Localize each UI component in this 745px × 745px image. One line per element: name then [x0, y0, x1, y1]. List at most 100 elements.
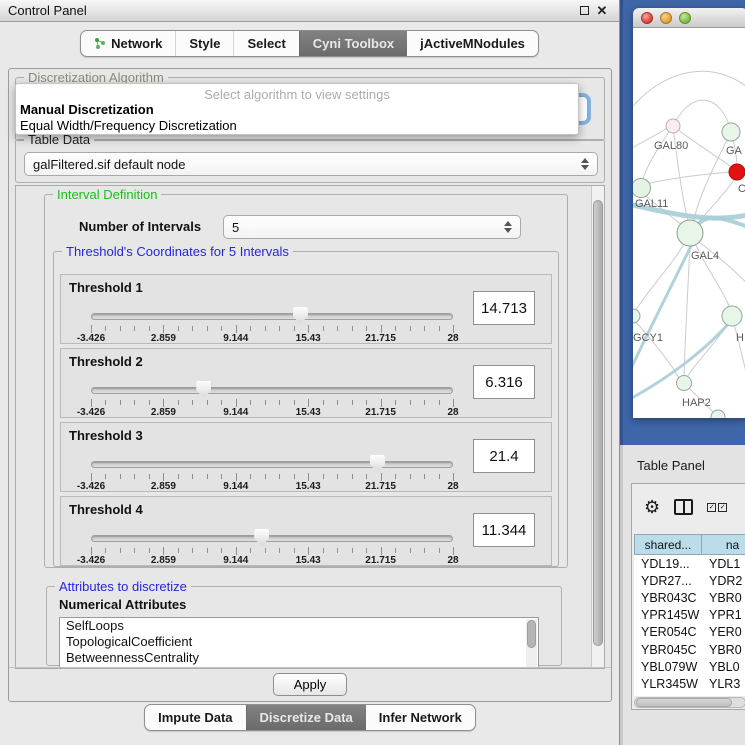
table-cell: YIL052C — [634, 693, 702, 697]
threshold-value-field[interactable]: 14.713 — [473, 291, 535, 325]
tick-label: -3.426 — [77, 481, 105, 492]
tick-label: 21.715 — [365, 555, 396, 566]
table-row[interactable]: YBR045CYBR0 — [634, 641, 745, 658]
columns-icon[interactable] — [674, 499, 693, 515]
slider-track[interactable] — [91, 535, 453, 542]
tab-label: Network — [111, 36, 162, 51]
network-canvas[interactable]: GAL80GACGAL11GAL4GCY1HHAP2 — [633, 28, 745, 418]
scrollbar-thumb[interactable] — [527, 620, 536, 648]
network-node[interactable] — [711, 410, 725, 418]
algorithm-option-equal-width-frequency-discretization[interactable]: Equal Width/Frequency Discretization — [16, 118, 578, 134]
network-edge[interactable] — [684, 246, 690, 376]
node-label-hap2: HAP2 — [682, 397, 711, 409]
checkboxes-icon[interactable]: ✓✓ — [707, 503, 727, 512]
node-label-gal80: GAL80 — [654, 140, 688, 152]
algorithm-option-manual-discretization[interactable]: Manual Discretization — [16, 102, 578, 118]
number-of-intervals-combo[interactable]: 5 — [223, 215, 521, 239]
table-data-combo[interactable]: galFiltered.sif default node — [24, 152, 598, 176]
table-row[interactable]: YIL052CYIL0 — [634, 693, 745, 697]
numerical-attributes-list[interactable]: SelfLoopsTopologicalCoefficientBetweenne… — [59, 617, 539, 668]
tabset-top: Network StyleSelectCyni Toolbox jActiveMNo… — [80, 30, 539, 57]
table-cell: YBR045C — [634, 641, 702, 658]
table-cell: YLR345W — [634, 675, 702, 692]
tab-style[interactable]: Style — [175, 31, 233, 56]
attribute-list-scrollbar[interactable] — [526, 619, 537, 668]
threshold-slider[interactable]: -3.4262.8599.14415.4321.71528 — [91, 305, 453, 343]
table-horizontal-scrollbar[interactable] — [634, 697, 745, 708]
network-node[interactable] — [722, 306, 742, 326]
scrollbar-thumb[interactable] — [636, 698, 732, 707]
table-cell: YBR043C — [634, 589, 702, 606]
slider-track[interactable] — [91, 387, 453, 394]
stepper-icon — [496, 221, 512, 233]
bottom-tab-infer-network[interactable]: Infer Network — [366, 705, 475, 730]
network-edge-highlighted[interactable] — [633, 242, 693, 373]
table-row[interactable]: YBR043CYBR0 — [634, 589, 745, 606]
network-edge[interactable] — [645, 172, 731, 184]
column-header-name[interactable]: na — [702, 534, 745, 555]
attribute-item-betweennesscentrality[interactable]: BetweennessCentrality — [60, 650, 538, 666]
tab-network[interactable]: Network — [81, 31, 175, 56]
tick-label: 15.43 — [296, 555, 321, 566]
threshold-value-field[interactable]: 11.344 — [473, 513, 535, 547]
network-node[interactable] — [722, 123, 740, 141]
tick-label: -3.426 — [77, 407, 105, 418]
network-edge[interactable] — [642, 126, 673, 183]
column-header-shared-name[interactable]: shared... — [634, 534, 702, 555]
network-node[interactable] — [666, 119, 680, 133]
threshold-slider[interactable]: -3.4262.8599.14415.4321.71528 — [91, 379, 453, 417]
network-node[interactable] — [633, 179, 651, 198]
table-row[interactable]: YDL19...YDL1 — [634, 555, 745, 572]
slider-handle[interactable] — [293, 307, 308, 324]
slider-handle[interactable] — [254, 529, 269, 546]
network-edge[interactable] — [636, 322, 679, 378]
close-panel-icon[interactable]: ✕ — [593, 3, 611, 19]
bottom-tab-impute-data[interactable]: Impute Data — [145, 705, 245, 730]
table-cell: YBR0 — [702, 589, 745, 606]
tick-label: 21.715 — [365, 407, 396, 418]
network-edge[interactable] — [673, 100, 731, 132]
slider-handle[interactable] — [370, 455, 385, 472]
tick-label: 21.715 — [365, 333, 396, 344]
float-window-icon[interactable] — [575, 3, 593, 19]
network-edge[interactable] — [695, 239, 745, 290]
zoom-window-icon[interactable] — [679, 12, 691, 24]
threshold-slider[interactable]: -3.4262.8599.14415.4321.71528 — [91, 527, 453, 565]
minimize-window-icon[interactable] — [660, 12, 672, 24]
slider-tick-labels: -3.4262.8599.14415.4321.71528 — [91, 333, 453, 344]
table-row[interactable]: YLR345WYLR3 — [634, 675, 745, 692]
table-row[interactable]: YDR27...YDR2 — [634, 572, 745, 589]
tab-jactivemnodules[interactable]: jActiveMNodules — [407, 31, 538, 56]
tick-label: 9.144 — [223, 407, 248, 418]
content-scrollbar[interactable] — [591, 186, 604, 668]
gear-icon[interactable]: ⚙ — [644, 498, 660, 516]
network-node[interactable] — [677, 376, 692, 391]
table-row[interactable]: YBL079WYBL0 — [634, 658, 745, 675]
network-node[interactable] — [729, 164, 745, 180]
close-window-icon[interactable] — [641, 12, 653, 24]
tab-cyni-toolbox[interactable]: Cyni Toolbox — [299, 31, 407, 56]
apply-button[interactable]: Apply — [273, 673, 348, 696]
bottom-tab-discretize-data[interactable]: Discretize Data — [246, 705, 366, 730]
scrollbar-thumb[interactable] — [593, 200, 603, 646]
attribute-item-selfloops[interactable]: SelfLoops — [60, 618, 538, 634]
threshold-slider[interactable]: -3.4262.8599.14415.4321.71528 — [91, 453, 453, 491]
thresholds-group-label: Threshold's Coordinates for 5 Intervals — [62, 244, 293, 259]
tick-label: -3.426 — [77, 555, 105, 566]
table-row[interactable]: YPR145WYPR1 — [634, 607, 745, 624]
threshold-title: Threshold 2 — [69, 354, 143, 369]
slider-handle[interactable] — [196, 381, 211, 398]
network-node[interactable] — [633, 309, 640, 323]
tick-label: 9.144 — [223, 333, 248, 344]
attribute-item-topologicalcoefficient[interactable]: TopologicalCoefficient — [60, 634, 538, 650]
tab-label: jActiveMNodules — [420, 36, 525, 51]
slider-track[interactable] — [91, 313, 453, 320]
threshold-value-field[interactable]: 21.4 — [473, 439, 535, 473]
panel-title: Control Panel — [8, 3, 87, 18]
threshold-value-field[interactable]: 6.316 — [473, 365, 535, 399]
slider-track[interactable] — [91, 461, 453, 468]
bottom-tab-bar: Impute DataDiscretize DataInfer Network — [0, 704, 620, 731]
tab-select[interactable]: Select — [233, 31, 298, 56]
network-node[interactable] — [677, 220, 703, 246]
table-row[interactable]: YER054CYER0 — [634, 624, 745, 641]
